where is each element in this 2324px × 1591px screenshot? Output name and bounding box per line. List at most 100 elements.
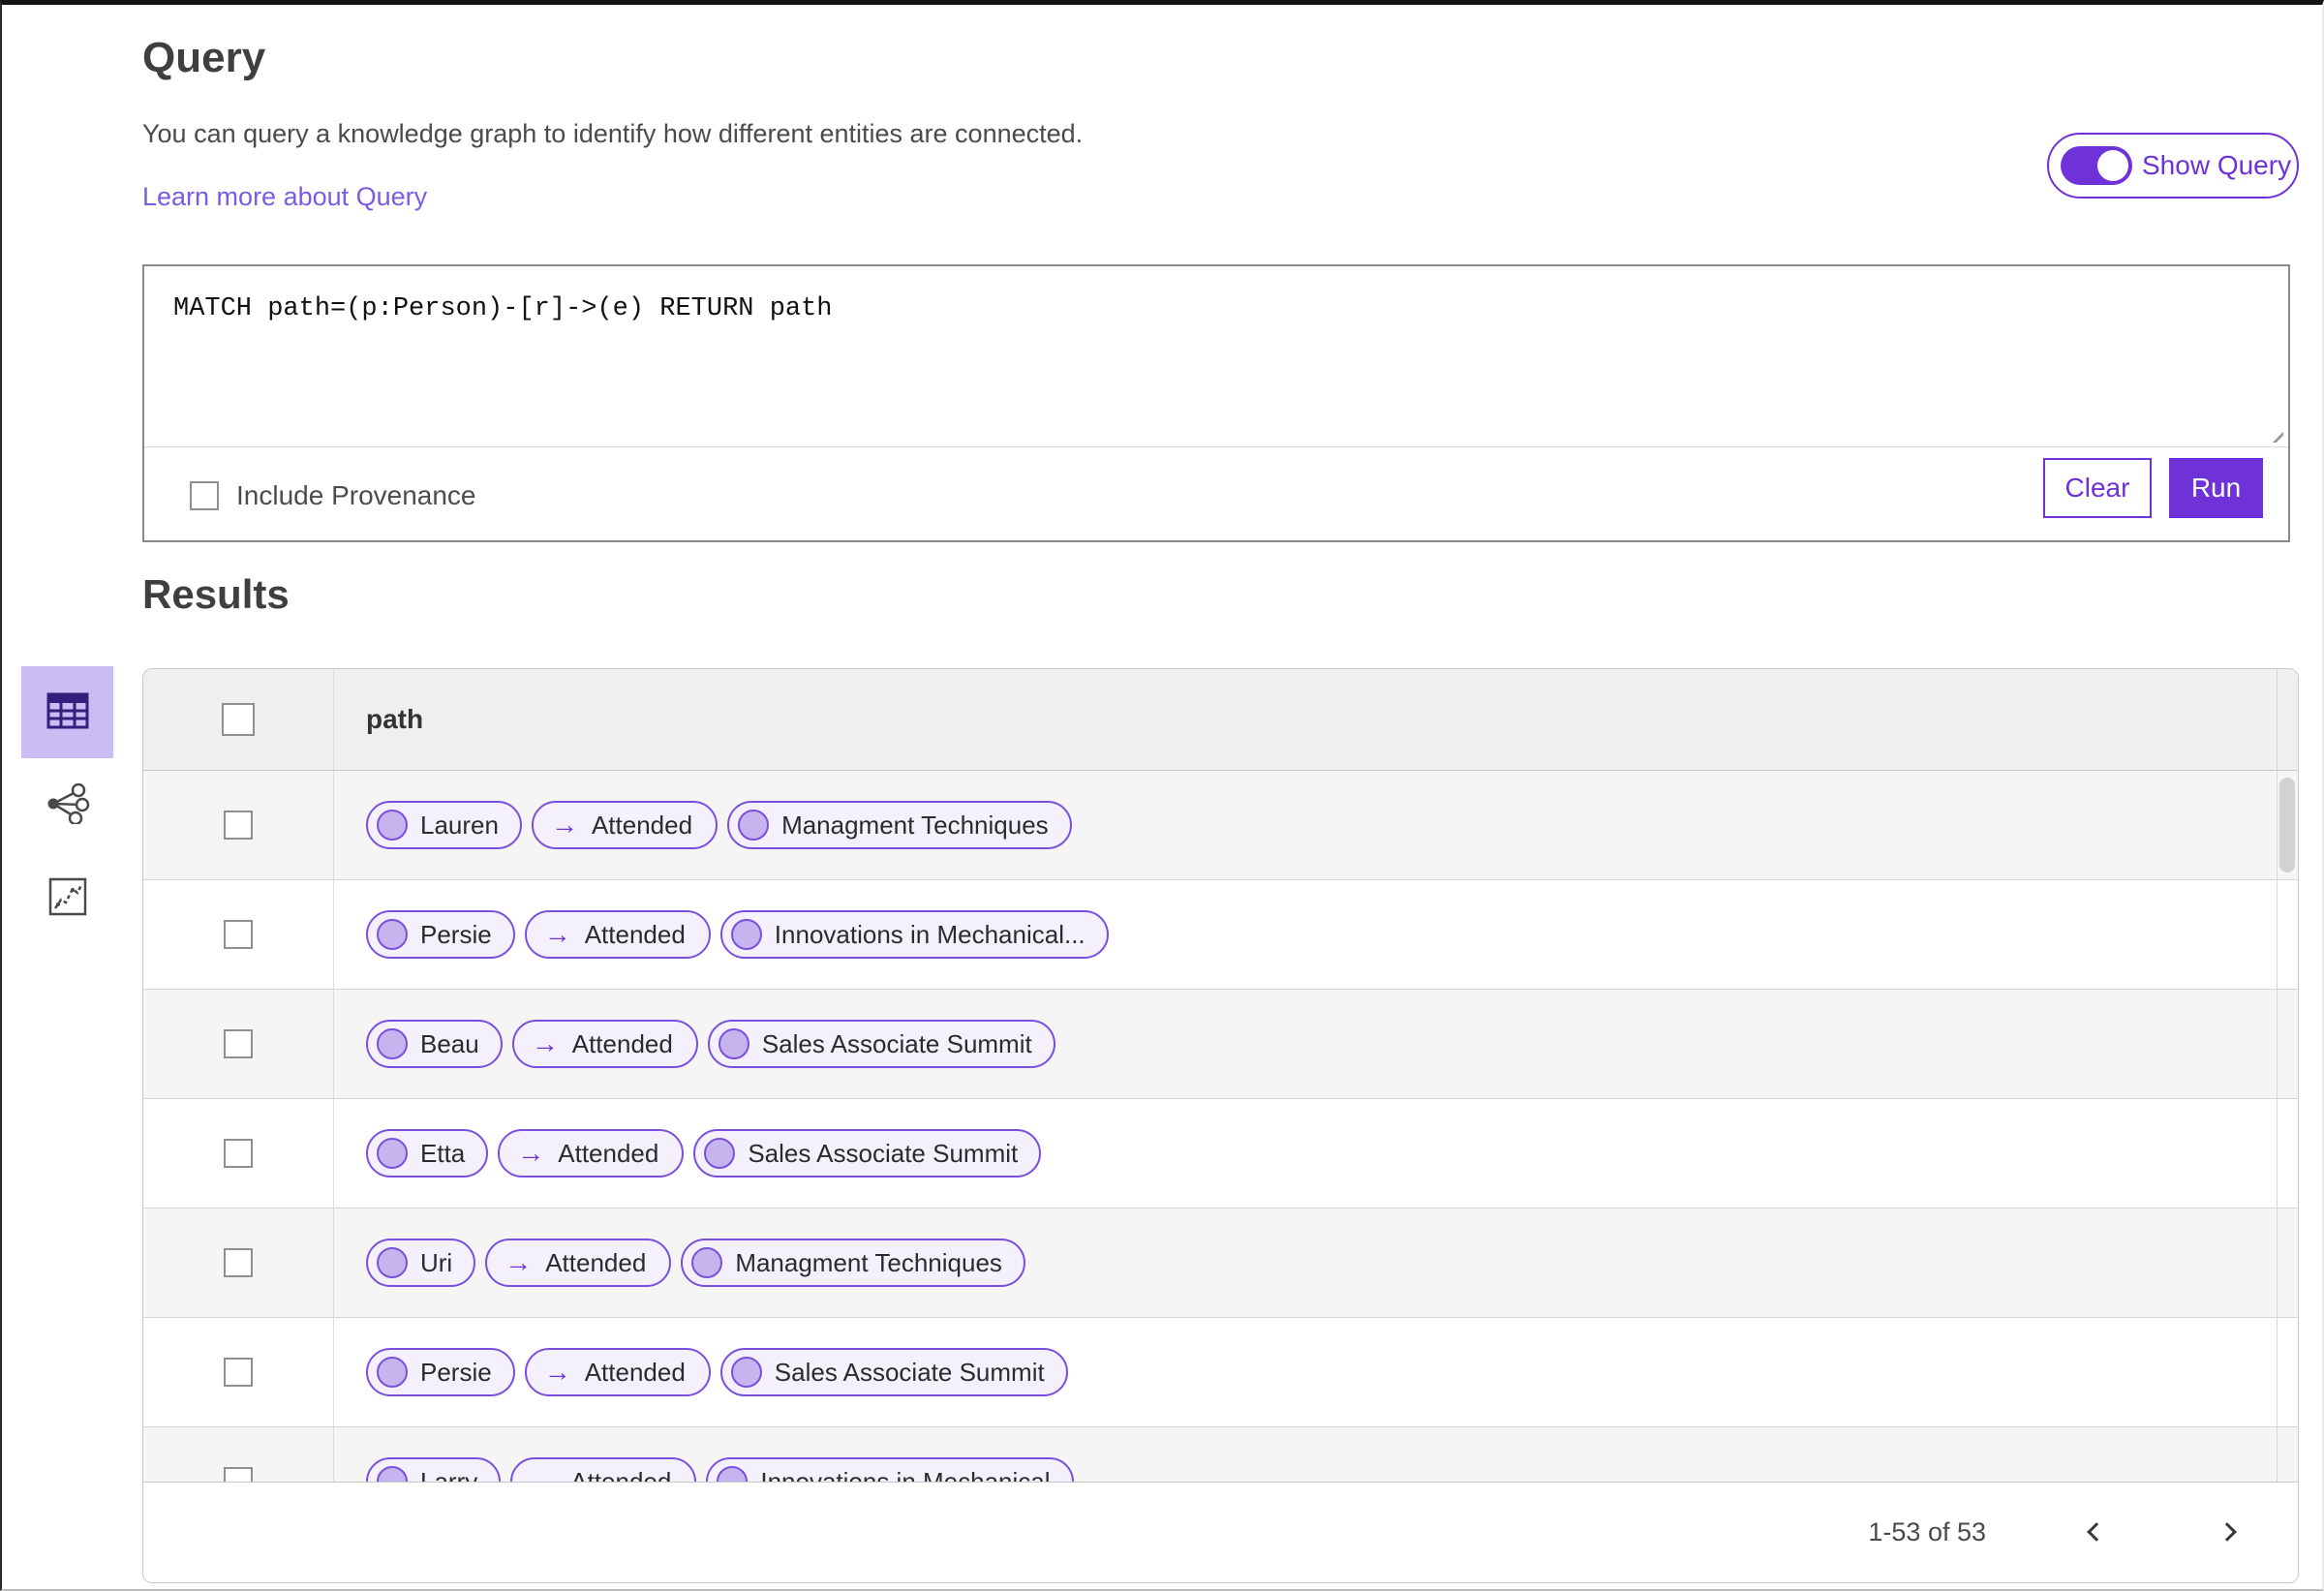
column-header-path: path bbox=[366, 704, 424, 734]
edge-pill[interactable]: → Attended bbox=[531, 801, 719, 849]
row-checkbox[interactable] bbox=[224, 1139, 253, 1168]
toggle-on-icon[interactable] bbox=[2061, 146, 2132, 185]
path-cell: Uri → Attended Managment Techniques bbox=[334, 1209, 2298, 1317]
arrow-right-icon: → bbox=[517, 1138, 545, 1168]
table-header-row: path bbox=[143, 669, 2298, 771]
target-node-pill[interactable]: Innovations in Mechanical... bbox=[719, 910, 1109, 959]
row-checkbox-cell bbox=[143, 771, 334, 879]
row-checkbox-cell bbox=[143, 1099, 334, 1208]
path-cell: Etta → Attended Sales Associate Summit bbox=[334, 1099, 2298, 1208]
edge-label: Attended bbox=[558, 1138, 659, 1168]
row-checkbox[interactable] bbox=[224, 1248, 253, 1277]
query-editor-panel: MATCH path=(p:Person)-[r]->(e) RETURN pa… bbox=[142, 264, 2290, 542]
edge-pill[interactable]: → Attended bbox=[498, 1129, 685, 1178]
edge-pill[interactable]: → Attended bbox=[511, 1020, 698, 1068]
edge-label: Attended bbox=[584, 1357, 686, 1387]
clear-button[interactable]: Clear bbox=[2043, 458, 2152, 518]
edge-pill[interactable]: → Attended bbox=[485, 1239, 672, 1287]
node-icon bbox=[377, 919, 408, 950]
arrow-right-icon: → bbox=[550, 810, 578, 840]
edge-pill[interactable]: → Attended bbox=[524, 1348, 711, 1396]
chart-view-icon bbox=[48, 877, 87, 919]
edge-pill[interactable]: → Attended bbox=[510, 1457, 697, 1484]
edge-label: Attended bbox=[584, 919, 686, 949]
arrow-right-icon: → bbox=[530, 1466, 558, 1484]
show-query-toggle[interactable]: Show Query bbox=[2047, 133, 2299, 199]
row-checkbox[interactable] bbox=[224, 920, 253, 949]
include-provenance-checkbox[interactable] bbox=[190, 481, 219, 510]
node-icon bbox=[377, 1247, 408, 1278]
pagination-next-button[interactable] bbox=[2209, 1514, 2248, 1552]
arrow-right-icon: → bbox=[543, 1357, 571, 1387]
target-label: Managment Techniques bbox=[781, 810, 1049, 840]
run-button[interactable]: Run bbox=[2169, 458, 2263, 518]
view-toggle-network[interactable] bbox=[21, 759, 113, 851]
source-node-pill[interactable]: Lauren bbox=[366, 801, 522, 849]
node-label: Persie bbox=[420, 1357, 492, 1387]
row-checkbox-cell bbox=[143, 1427, 334, 1483]
path-cell: Persie → Attended Innovations in Mechani… bbox=[334, 880, 2298, 989]
source-node-pill[interactable]: Beau bbox=[366, 1020, 503, 1068]
target-node-pill[interactable]: Managment Techniques bbox=[727, 801, 1072, 849]
results-title: Results bbox=[142, 571, 290, 617]
row-checkbox[interactable] bbox=[224, 1358, 253, 1387]
table-row: Persie → Attended Innovations in Mechani… bbox=[143, 880, 2298, 990]
node-icon bbox=[377, 1466, 408, 1483]
node-label: Lauren bbox=[420, 810, 499, 840]
view-toggle-table[interactable] bbox=[21, 666, 113, 758]
toggle-knob bbox=[2097, 150, 2128, 181]
edge-label: Attended bbox=[545, 1247, 647, 1277]
node-icon bbox=[377, 810, 408, 841]
edge-label: Attended bbox=[571, 1028, 673, 1058]
path-cell: Larry → Attended Innovations in Mechanic… bbox=[334, 1427, 2298, 1483]
arrow-right-icon: → bbox=[543, 919, 571, 949]
source-node-pill[interactable]: Uri bbox=[366, 1239, 476, 1287]
node-icon bbox=[718, 1028, 749, 1059]
target-label: Sales Associate Summit bbox=[748, 1138, 1019, 1168]
target-node-pill[interactable]: Innovations in Mechanical bbox=[706, 1457, 1074, 1484]
target-node-pill[interactable]: Managment Techniques bbox=[681, 1239, 1025, 1287]
source-node-pill[interactable]: Etta bbox=[366, 1129, 489, 1178]
source-node-pill[interactable]: Larry bbox=[366, 1457, 502, 1483]
target-label: Innovations in Mechanical... bbox=[774, 919, 1086, 949]
table-row: Persie → Attended Sales Associate Summit bbox=[143, 1318, 2298, 1427]
arrow-right-icon: → bbox=[505, 1247, 533, 1277]
table-view-icon bbox=[46, 692, 89, 732]
target-label: Innovations in Mechanical bbox=[760, 1466, 1051, 1484]
node-icon bbox=[730, 919, 762, 950]
node-icon bbox=[377, 1357, 408, 1388]
source-node-pill[interactable]: Persie bbox=[366, 910, 515, 959]
source-node-pill[interactable]: Persie bbox=[366, 1348, 515, 1396]
target-node-pill[interactable]: Sales Associate Summit bbox=[693, 1129, 1042, 1178]
node-label: Uri bbox=[420, 1247, 453, 1277]
node-icon bbox=[377, 1138, 408, 1169]
target-label: Sales Associate Summit bbox=[774, 1357, 1045, 1387]
path-cell: Lauren → Attended Managment Techniques bbox=[334, 771, 2298, 879]
include-provenance-label: Include Provenance bbox=[236, 480, 476, 510]
page-title: Query bbox=[142, 34, 266, 81]
row-checkbox-cell bbox=[143, 880, 334, 989]
node-icon bbox=[738, 810, 770, 841]
pagination-prev-button[interactable] bbox=[2078, 1514, 2117, 1552]
edge-pill[interactable]: → Attended bbox=[524, 910, 711, 959]
target-node-pill[interactable]: Sales Associate Summit bbox=[719, 1348, 1068, 1396]
chevron-right-icon bbox=[2217, 1521, 2237, 1542]
include-provenance-option: Include Provenance bbox=[190, 480, 476, 511]
row-checkbox[interactable] bbox=[224, 1029, 253, 1058]
scrollbar-thumb[interactable] bbox=[2279, 778, 2295, 872]
row-checkbox[interactable] bbox=[224, 811, 253, 840]
select-all-checkbox[interactable] bbox=[222, 703, 255, 736]
view-toggle-chart[interactable] bbox=[21, 852, 113, 944]
query-input[interactable]: MATCH path=(p:Person)-[r]->(e) RETURN pa… bbox=[144, 266, 2288, 446]
network-view-icon bbox=[46, 782, 90, 827]
header-checkbox-cell bbox=[143, 669, 334, 770]
table-row: Lauren → Attended Managment Techniques bbox=[143, 771, 2298, 880]
target-node-pill[interactable]: Sales Associate Summit bbox=[707, 1020, 1055, 1068]
pagination-bar: 1-53 of 53 bbox=[143, 1482, 2298, 1582]
learn-more-link[interactable]: Learn more about Query bbox=[142, 182, 427, 212]
page-description: You can query a knowledge graph to ident… bbox=[142, 119, 1084, 148]
row-checkbox[interactable] bbox=[224, 1467, 253, 1483]
scrollbar-track bbox=[2277, 669, 2278, 1483]
node-icon bbox=[730, 1357, 762, 1388]
target-label: Managment Techniques bbox=[735, 1247, 1002, 1277]
